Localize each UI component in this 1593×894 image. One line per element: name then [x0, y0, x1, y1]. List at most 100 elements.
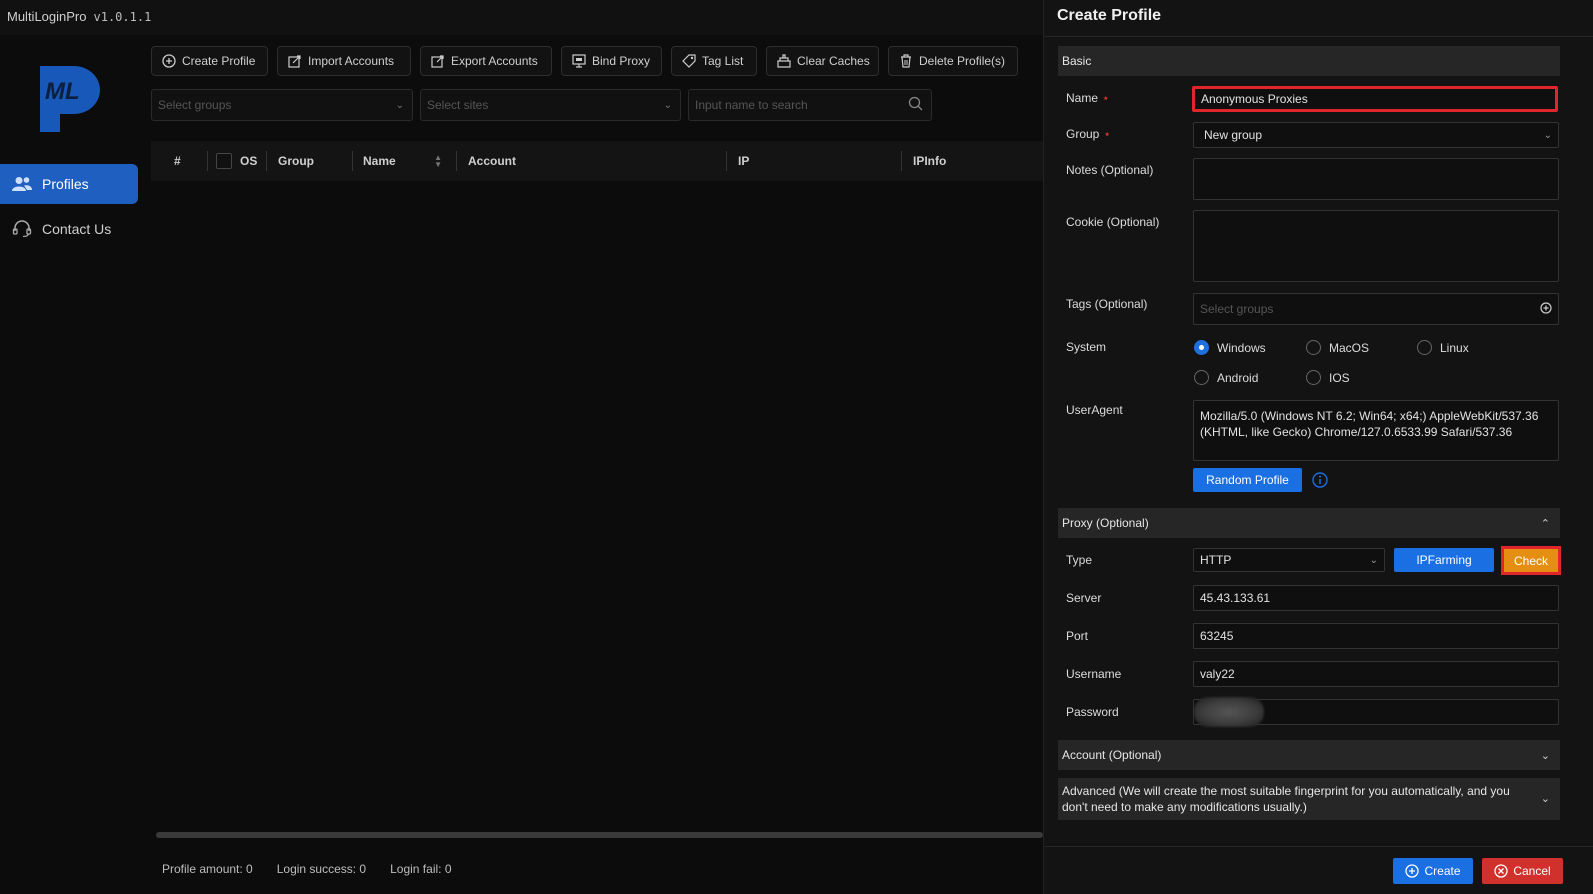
export-accounts-button[interactable]: Export Accounts [420, 46, 552, 76]
random-profile-button[interactable]: Random Profile [1193, 468, 1302, 492]
port-input[interactable]: 63245 [1193, 623, 1559, 649]
advanced-section-header[interactable]: Advanced (We will create the most suitab… [1058, 778, 1560, 820]
proxy-type-label: Type [1066, 553, 1093, 567]
system-radio-ios[interactable]: IOS [1306, 370, 1350, 385]
column-header-os[interactable]: OS [240, 141, 266, 181]
radio-dot [1306, 370, 1321, 385]
notes-label: Notes (Optional) [1066, 163, 1154, 177]
search-input[interactable]: Input name to search [688, 89, 932, 121]
app-title: MultiLoginPro v1.0.1.1 [7, 9, 151, 24]
tag-list-button[interactable]: Tag List [671, 46, 757, 76]
select-placeholder: Select sites [427, 98, 489, 112]
redacted-password [1194, 697, 1264, 727]
group-filter-select[interactable]: Select groups ⌄ [151, 89, 413, 121]
column-header-ipinfo[interactable]: IPInfo [901, 141, 1043, 181]
system-label: System [1066, 340, 1107, 354]
collapse-icon[interactable]: ⌃ [1541, 517, 1550, 530]
cookie-label: Cookie (Optional) [1066, 215, 1160, 229]
cancel-button[interactable]: Cancel [1482, 858, 1563, 884]
column-header-ip[interactable]: IP [726, 141, 901, 181]
system-radio-windows[interactable]: Windows [1194, 340, 1266, 355]
button-label: Delete Profile(s) [919, 54, 1006, 68]
add-circle-icon[interactable] [1540, 301, 1552, 317]
radio-label: Windows [1217, 340, 1266, 355]
bind-proxy-icon [572, 54, 586, 68]
column-header-group[interactable]: Group [266, 141, 352, 181]
trash-icon [899, 54, 913, 68]
status-footer: Profile amount: 0 Login success: 0 Login… [162, 862, 476, 876]
notes-textarea[interactable] [1193, 158, 1559, 200]
radio-dot [1306, 340, 1321, 355]
select-all-checkbox[interactable] [215, 153, 232, 169]
required-marker: ⋆ [1103, 127, 1111, 141]
check-proxy-button[interactable]: Check [1501, 546, 1561, 575]
bind-proxy-button[interactable]: Bind Proxy [561, 46, 662, 76]
radio-label: Linux [1440, 340, 1469, 355]
login-success-count: Login success: 0 [276, 862, 367, 876]
sidebar-item-profiles[interactable]: Profiles [0, 164, 138, 204]
tags-label: Tags (Optional) [1066, 297, 1148, 311]
select-placeholder: Select groups [158, 98, 232, 112]
name-input[interactable]: Anonymous Proxies [1192, 86, 1558, 112]
panel-title: Create Profile [1057, 7, 1162, 24]
radio-label: MacOS [1329, 340, 1370, 355]
group-select[interactable]: New group ⌄ [1193, 122, 1559, 148]
info-icon[interactable] [1312, 472, 1328, 491]
import-accounts-button[interactable]: Import Accounts [277, 46, 411, 76]
column-label: Name [363, 154, 396, 168]
select-value: HTTP [1200, 553, 1232, 567]
system-radio-linux[interactable]: Linux [1417, 340, 1469, 355]
button-label: Import Accounts [308, 54, 395, 68]
divider [1044, 36, 1593, 37]
clear-icon [777, 54, 791, 68]
select-placeholder: Select groups [1200, 302, 1274, 316]
search-placeholder: Input name to search [695, 98, 808, 112]
logo-text: ML [45, 78, 80, 105]
server-input[interactable]: 45.43.133.61 [1193, 585, 1559, 611]
column-header-account[interactable]: Account [456, 141, 726, 181]
chevron-down-icon: ⌄ [1369, 554, 1378, 566]
tag-icon [682, 54, 696, 68]
cookie-textarea[interactable] [1193, 210, 1559, 282]
delete-profiles-button[interactable]: Delete Profile(s) [888, 46, 1018, 76]
sidebar-nav: Profiles Contact Us [0, 164, 138, 254]
button-label: Tag List [702, 54, 744, 68]
title-bar: MultiLoginPro v1.0.1.1 [0, 0, 1043, 35]
chevron-down-icon: ⌄ [1543, 129, 1552, 141]
proxy-type-select[interactable]: HTTP ⌄ [1193, 548, 1385, 572]
clear-caches-button[interactable]: Clear Caches [766, 46, 879, 76]
profile-amount: Profile amount: 0 [162, 862, 253, 876]
tags-select[interactable]: Select groups [1193, 293, 1559, 325]
filter-bar: Select groups ⌄ Select sites ⌄ Input nam… [151, 89, 939, 121]
site-filter-select[interactable]: Select sites ⌄ [420, 89, 681, 121]
sidebar-item-contact-us[interactable]: Contact Us [0, 209, 138, 249]
horizontal-scrollbar[interactable] [156, 832, 1043, 838]
plus-circle-icon [162, 54, 176, 68]
section-label: Advanced (We will create the most suitab… [1062, 784, 1510, 814]
radio-dot [1194, 370, 1209, 385]
search-icon[interactable] [908, 96, 923, 114]
account-section-header[interactable]: Account (Optional) ⌄ [1058, 740, 1560, 770]
button-label: Bind Proxy [592, 54, 651, 68]
system-radio-macos[interactable]: MacOS [1306, 340, 1369, 355]
ipfarming-button[interactable]: IPFarming [1394, 548, 1494, 572]
sort-icon[interactable]: ▲ ▼ [434, 154, 442, 169]
sidebar-item-label: Contact Us [42, 221, 112, 237]
basic-section-header: Basic [1058, 46, 1560, 76]
button-label: Cancel [1513, 864, 1551, 878]
expand-icon[interactable]: ⌄ [1541, 791, 1550, 807]
create-button[interactable]: Create [1393, 858, 1473, 884]
proxy-section-header[interactable]: Proxy (Optional) ⌃ [1058, 508, 1560, 538]
radio-dot [1194, 340, 1209, 355]
useragent-textarea[interactable]: Mozilla/5.0 (Windows NT 6.2; Win64; x64;… [1193, 400, 1559, 461]
button-label: Export Accounts [451, 54, 538, 68]
button-label: Create [1424, 864, 1461, 878]
column-header-name[interactable]: Name ▲ ▼ [352, 141, 456, 181]
password-input[interactable] [1193, 697, 1559, 727]
username-input[interactable]: valy22 [1193, 661, 1559, 687]
system-radio-android[interactable]: Android [1194, 370, 1258, 385]
label-text: Group [1066, 127, 1100, 141]
create-profile-button[interactable]: Create Profile [151, 46, 268, 76]
app-name: MultiLoginPro [7, 9, 87, 24]
expand-icon[interactable]: ⌄ [1541, 749, 1550, 762]
